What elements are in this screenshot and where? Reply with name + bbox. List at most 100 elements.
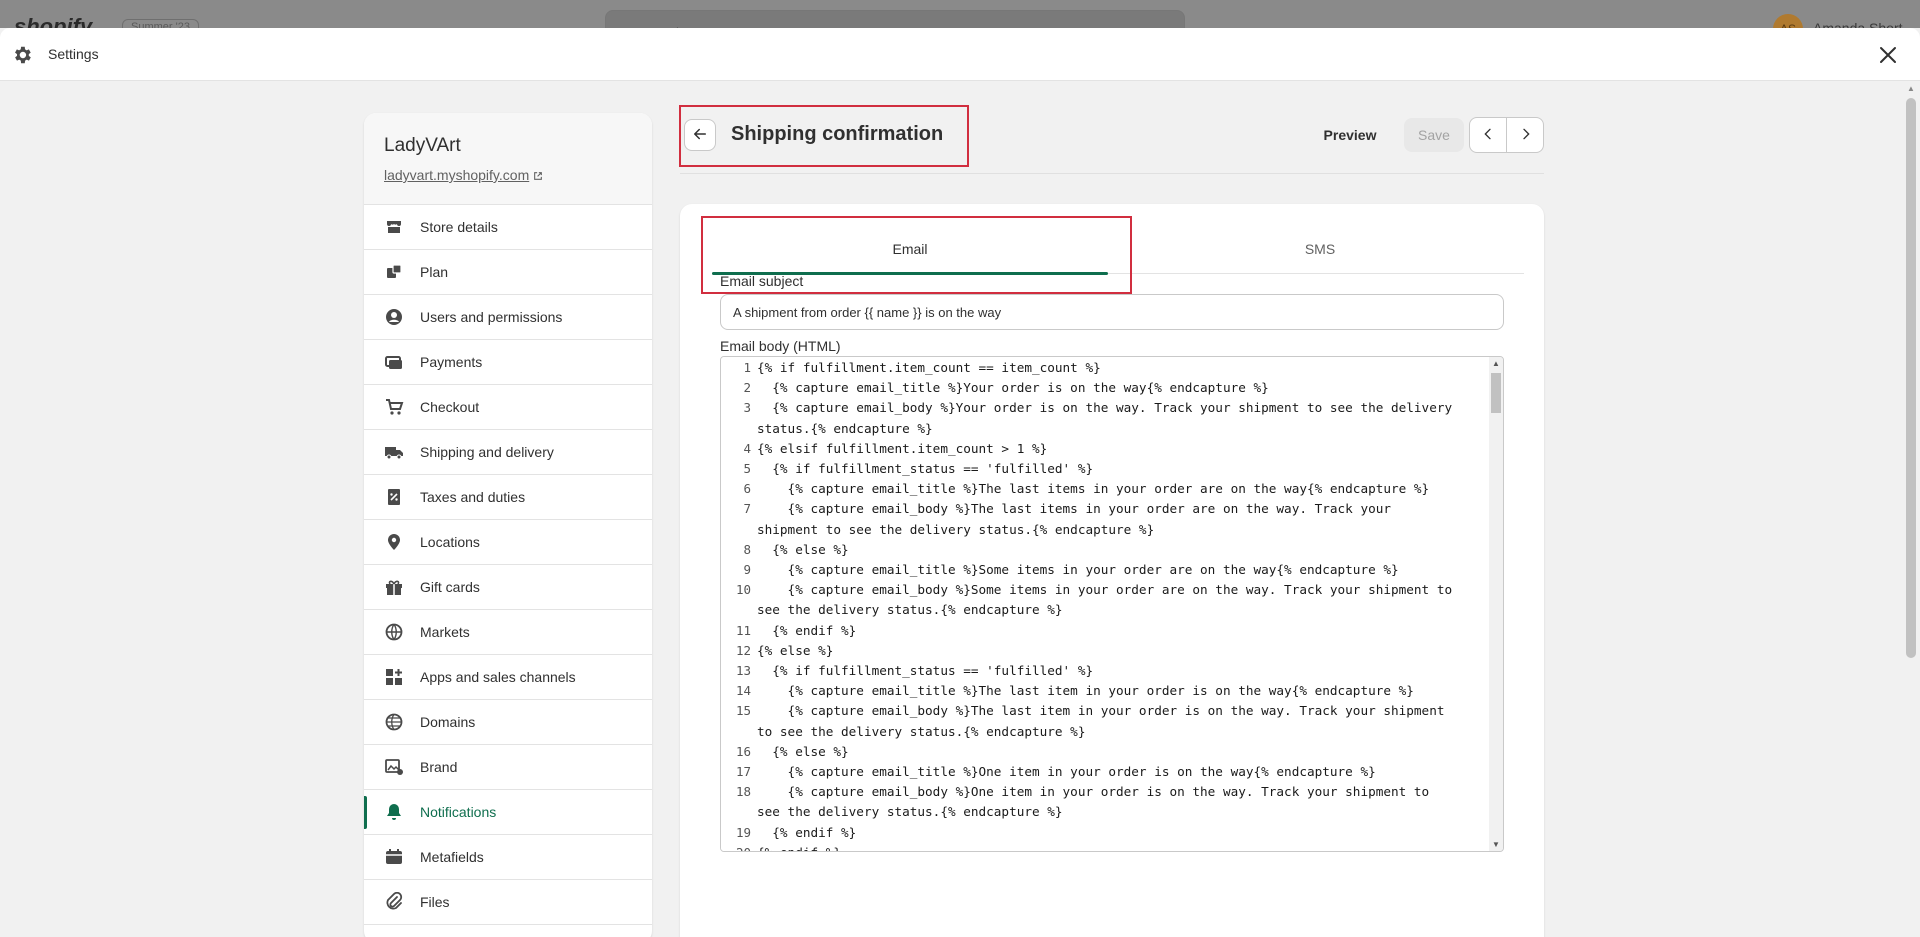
line-number: 12 xyxy=(735,642,751,658)
user-name: Amanda Short xyxy=(1813,20,1903,28)
code-line: {% capture email_body %}The last item in… xyxy=(757,703,1445,719)
gear-icon xyxy=(15,46,31,64)
store-icon xyxy=(387,221,401,233)
store-url-link[interactable]: ladyvart.myshopify.com xyxy=(384,167,543,183)
sidebar-item-label: Files xyxy=(420,894,450,910)
code-line: {% capture email_title %}Some items in y… xyxy=(757,562,1399,577)
sidebar-item-label: Locations xyxy=(420,534,480,550)
sidebar-item-users-and-permissions[interactable]: Users and permissions xyxy=(364,295,652,340)
sidebar-item-shipping-and-delivery[interactable]: Shipping and delivery xyxy=(364,430,652,475)
code-line: {% if fulfillment_status == 'fulfilled' … xyxy=(757,461,1094,476)
sidebar-item-plan[interactable]: Plan xyxy=(364,250,652,295)
preview-button[interactable]: Preview xyxy=(1315,119,1385,151)
template-editor-card: Email SMS Email subject Email body (HTML… xyxy=(680,204,1544,937)
sidebar-item-apps-and-sales-channels[interactable]: Apps and sales channels xyxy=(364,655,652,700)
sidebar-item-label: Shipping and delivery xyxy=(420,444,554,460)
code-line: {% endif %} xyxy=(757,824,857,840)
domain-globe-icon xyxy=(385,713,403,731)
admin-search-bar: Search xyxy=(605,10,1185,28)
settings-modal: Settings LadyVArt ladyvart.myshopify.com… xyxy=(0,28,1920,937)
sidebar-item-domains[interactable]: Domains xyxy=(364,700,652,745)
sidebar-item-locations[interactable]: Locations xyxy=(364,520,652,565)
payments-icon xyxy=(385,356,402,369)
line-number: 2 xyxy=(743,380,751,396)
brand-icon xyxy=(385,759,403,775)
line-number: 10 xyxy=(735,582,751,598)
email-body-code-editor[interactable]: 1234567891011121314151617181920 {% if fu… xyxy=(720,356,1504,852)
store-header: LadyVArt ladyvart.myshopify.com xyxy=(364,113,652,205)
code-line: shipment to see the delivery status.{% e… xyxy=(757,521,1155,537)
sidebar-item-taxes-and-duties[interactable]: Taxes and duties xyxy=(364,475,652,520)
line-number: 5 xyxy=(743,461,751,476)
code-line: see the delivery status.{% endcapture %} xyxy=(757,602,1063,618)
edition-badge: Summer '23 xyxy=(122,19,199,28)
tax-icon xyxy=(388,489,400,505)
code-line: {% endif %} xyxy=(757,845,841,851)
sidebar-item-label: Store details xyxy=(420,219,498,235)
code-line: {% capture email_body %}One item in your… xyxy=(757,784,1430,800)
page-title: Shipping confirmation xyxy=(731,123,944,145)
line-number: 16 xyxy=(735,743,751,759)
pager xyxy=(1469,117,1544,153)
line-number: 7 xyxy=(743,501,751,517)
settings-topbar: Settings xyxy=(0,28,1920,81)
sidebar-item-label: Metafields xyxy=(420,849,484,865)
metafields-icon xyxy=(386,849,402,864)
page-scroll-up-icon: ▲ xyxy=(1907,84,1915,93)
back-button[interactable] xyxy=(684,119,716,151)
sidebar-item-files[interactable]: Files xyxy=(364,880,652,925)
sidebar-item-label: Taxes and duties xyxy=(420,489,526,505)
sidebar-item-label: Brand xyxy=(420,759,458,775)
email-subject-input[interactable] xyxy=(720,294,1504,330)
code-line: {% capture email_title %}Your order is o… xyxy=(757,380,1269,396)
code-line: {% capture email_title %}The last items … xyxy=(757,481,1430,497)
code-line: {% endif %} xyxy=(757,622,857,638)
code-scrollbar[interactable]: ▲ ▼ xyxy=(1489,357,1503,851)
line-number: 13 xyxy=(735,663,751,678)
line-number: 14 xyxy=(735,683,751,699)
line-number-gutter: 1234567891011121314151617181920 xyxy=(721,357,753,851)
tab-sms[interactable]: SMS xyxy=(1122,224,1518,274)
sidebar-item-label: Plan xyxy=(420,264,449,280)
code-line: {% if fulfillment.item_count == item_cou… xyxy=(757,360,1101,375)
sidebar-item-brand[interactable]: Brand xyxy=(364,745,652,790)
previous-template-button[interactable] xyxy=(1470,118,1507,152)
code-scroll-thumb[interactable] xyxy=(1491,373,1501,413)
sidebar-item-markets[interactable]: Markets xyxy=(364,610,652,655)
page-scroll-thumb[interactable] xyxy=(1906,98,1916,658)
sidebar-item-label: Gift cards xyxy=(420,579,480,595)
save-button[interactable]: Save xyxy=(1404,118,1464,152)
sidebar-item-metafields[interactable]: Metafields xyxy=(364,835,652,880)
sidebar-item-label: Checkout xyxy=(420,399,480,415)
next-template-button[interactable] xyxy=(1507,118,1543,152)
avatar: AS xyxy=(1773,14,1803,28)
close-icon xyxy=(1880,46,1896,63)
line-number: 17 xyxy=(735,764,751,779)
sidebar-item-payments[interactable]: Payments xyxy=(364,340,652,385)
line-number: 8 xyxy=(743,541,751,557)
code-line: {% else %} xyxy=(757,541,849,557)
email-body-label: Email body (HTML) xyxy=(720,338,841,354)
code-content: {% if fulfillment.item_count == item_cou… xyxy=(757,357,1487,851)
shopify-logo: shopify xyxy=(14,14,93,28)
code-line: {% else %} xyxy=(757,743,849,759)
line-number: 6 xyxy=(743,481,751,497)
tab-highlight-box xyxy=(701,216,1132,294)
sidebar-item-store-details[interactable]: Store details xyxy=(364,205,652,250)
scroll-up-icon: ▲ xyxy=(1492,359,1500,368)
store-name: LadyVArt xyxy=(384,135,461,156)
chevron-right-icon xyxy=(1522,128,1530,139)
line-number: 15 xyxy=(735,703,751,719)
external-link-icon xyxy=(534,172,543,181)
admin-topbar-backdrop: shopify Summer '23 Search AS Amanda Shor… xyxy=(0,0,1920,28)
sidebar-item-label: Users and permissions xyxy=(420,309,563,325)
line-number: 11 xyxy=(735,622,751,638)
code-line: {% capture email_body %}Some items in yo… xyxy=(757,582,1453,598)
sidebar-item-gift-cards[interactable]: Gift cards xyxy=(364,565,652,610)
arrow-left-icon xyxy=(694,128,706,139)
close-button[interactable] xyxy=(1874,42,1902,70)
settings-nav-list: Store details Plan Users and permissions Pa… xyxy=(364,205,652,925)
sidebar-item-checkout[interactable]: Checkout xyxy=(364,385,652,430)
sidebar-item-notifications[interactable]: Notifications xyxy=(364,790,652,835)
line-number: 3 xyxy=(743,400,751,416)
